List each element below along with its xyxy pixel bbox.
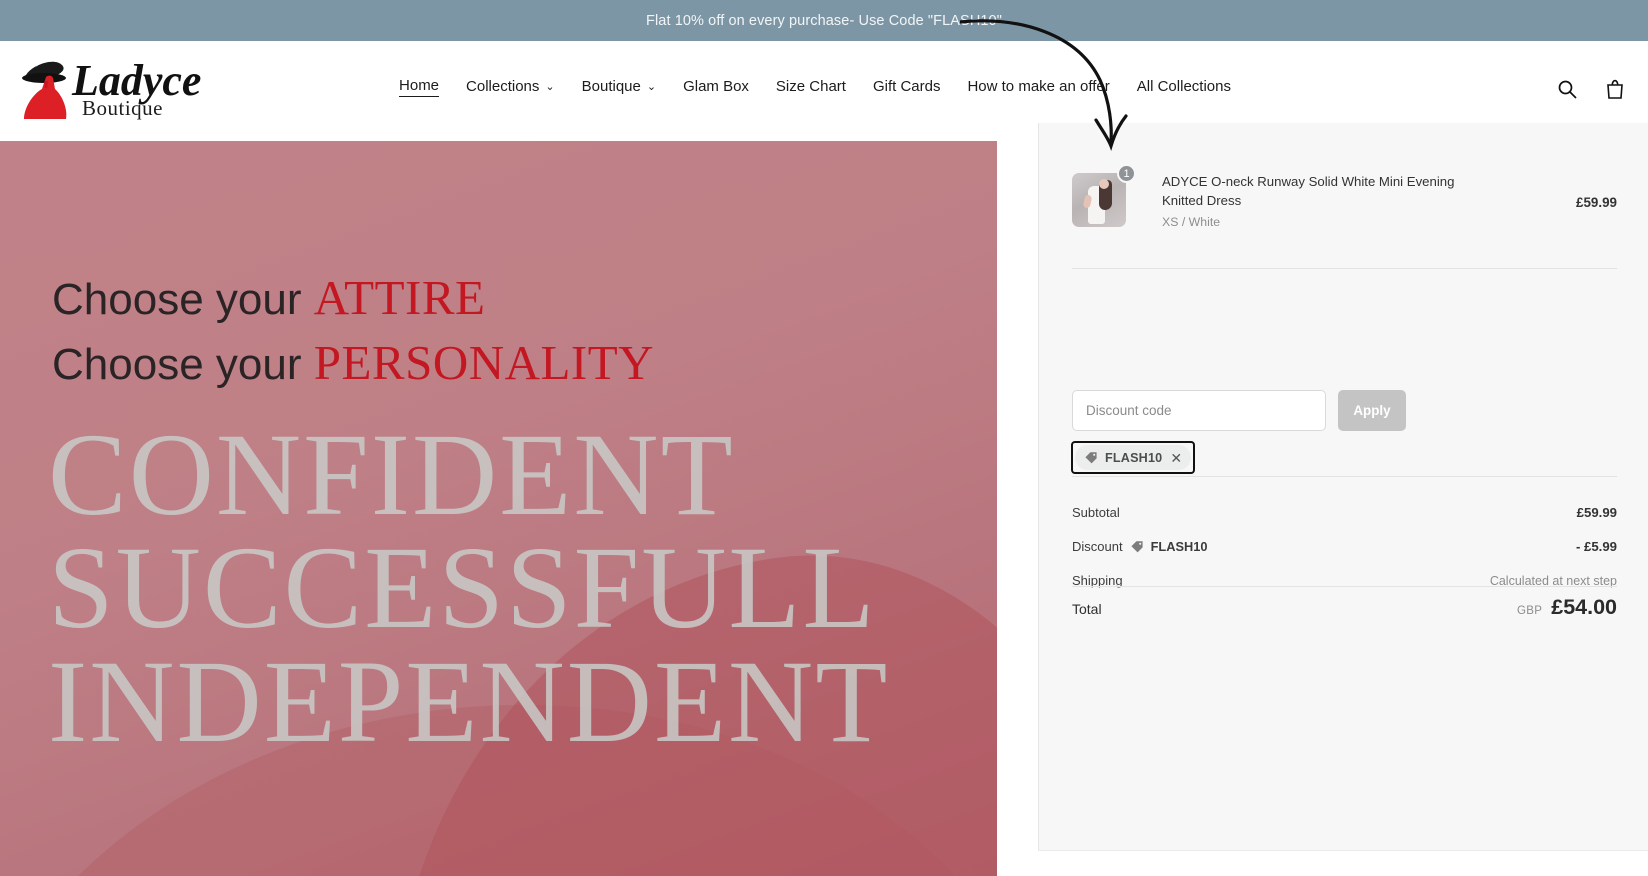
hero-banner: Choose your ATTIRE Choose your PERSONALI… bbox=[0, 141, 997, 876]
summary-row-subtotal: Subtotal £59.99 bbox=[1072, 501, 1617, 524]
total-currency: GBP bbox=[1517, 605, 1543, 617]
hero-big-word-1: CONFIDENT bbox=[48, 409, 735, 540]
search-icon[interactable] bbox=[1556, 78, 1578, 100]
hero-line-2: Choose your PERSONALITY bbox=[52, 331, 654, 396]
hero-line-1: Choose your ATTIRE bbox=[52, 266, 654, 331]
line-item-variant: XS / White bbox=[1162, 215, 1221, 230]
chevron-down-icon: ⌄ bbox=[646, 80, 657, 93]
nav-label: How to make an offer bbox=[967, 77, 1110, 95]
remove-discount-icon[interactable]: ✕ bbox=[1169, 451, 1182, 465]
nav-item-gift-cards[interactable]: Gift Cards bbox=[873, 78, 941, 97]
hero-headlines: Choose your ATTIRE Choose your PERSONALI… bbox=[52, 266, 654, 395]
nav-item-size-chart[interactable]: Size Chart bbox=[776, 78, 846, 97]
quantity-badge: 1 bbox=[1117, 164, 1136, 183]
page-root: Flat 10% off on every purchase- Use Code… bbox=[0, 0, 1648, 876]
nav-item-glam-box[interactable]: Glam Box bbox=[683, 78, 749, 97]
nav-item-collections[interactable]: Collections ⌄ bbox=[466, 78, 555, 97]
header-actions bbox=[1556, 78, 1626, 100]
line-item-thumbnail-wrap: 1 bbox=[1072, 164, 1136, 227]
hero-line-1-plain: Choose your bbox=[52, 275, 314, 324]
applied-discount-code: FLASH10 bbox=[1105, 450, 1163, 465]
discount-code-input[interactable] bbox=[1072, 390, 1326, 431]
summary-row-shipping: Shipping Calculated at next step bbox=[1072, 569, 1617, 592]
order-total: Total GBP £54.00 bbox=[1072, 595, 1617, 620]
line-item-price: £59.99 bbox=[1576, 195, 1617, 210]
discount-tag-icon bbox=[1084, 451, 1098, 465]
announcement-bar: Flat 10% off on every purchase- Use Code… bbox=[0, 0, 1648, 41]
chevron-down-icon: ⌄ bbox=[545, 80, 555, 93]
nav-label: Gift Cards bbox=[872, 77, 941, 95]
summary-value: £59.99 bbox=[1576, 505, 1617, 520]
summary-label: Discount bbox=[1072, 539, 1123, 554]
nav-item-how-to-make-an-offer[interactable]: How to make an offer bbox=[967, 78, 1109, 97]
divider-before-summary bbox=[1072, 476, 1617, 477]
summary-row-discount: Discount FLASH10 - £5.99 bbox=[1072, 535, 1617, 558]
line-item-details: ADYCE O-neck Runway Solid White Mini Eve… bbox=[1162, 173, 1472, 229]
apply-discount-button[interactable]: Apply bbox=[1338, 390, 1406, 431]
discount-form: Apply bbox=[1072, 390, 1406, 431]
cart-icon[interactable] bbox=[1604, 78, 1626, 100]
discount-tag-icon bbox=[1130, 540, 1144, 554]
nav-label: All Collections bbox=[1136, 77, 1231, 95]
nav-item-home[interactable]: Home bbox=[399, 77, 440, 97]
total-label: Total bbox=[1072, 601, 1102, 617]
hero-big-word-2: SUCCESSFULL bbox=[48, 522, 877, 654]
nav-item-boutique[interactable]: Boutique ⌄ bbox=[582, 78, 656, 97]
hero-big-word-3: INDEPENDENT bbox=[48, 635, 890, 767]
hero-big-words: CONFIDENT SUCCESSFULL INDEPENDENT bbox=[48, 409, 890, 767]
nav-item-all-collections[interactable]: All Collections bbox=[1137, 78, 1231, 97]
total-amount: £54.00 bbox=[1551, 595, 1617, 619]
applied-discount-chip[interactable]: FLASH10 ✕ bbox=[1075, 445, 1192, 470]
summary-label: Subtotal bbox=[1072, 505, 1120, 520]
nav-label: Collections bbox=[466, 77, 540, 95]
nav-label: Home bbox=[399, 77, 440, 94]
cart-drawer: 1 ADYCE O-neck Runway Solid White Mini E… bbox=[1038, 123, 1648, 851]
cart-line-item: 1 ADYCE O-neck Runway Solid White Mini E… bbox=[1072, 164, 1617, 229]
order-summary: Subtotal £59.99 Discount FLASH10 - £5.99… bbox=[1072, 501, 1617, 603]
site-logo[interactable]: Ladyce Boutique bbox=[14, 47, 209, 125]
summary-discount-code: FLASH10 bbox=[1150, 539, 1208, 554]
line-item-title: ADYCE O-neck Runway Solid White Mini Eve… bbox=[1162, 174, 1455, 208]
nav-label: Boutique bbox=[581, 77, 641, 95]
nav-label: Glam Box bbox=[683, 77, 749, 95]
hero-line-1-accent: ATTIRE bbox=[313, 270, 486, 325]
logo-subtext: Boutique bbox=[82, 96, 163, 120]
hero-line-2-accent: PERSONALITY bbox=[313, 334, 655, 390]
announcement-text: Flat 10% off on every purchase- Use Code… bbox=[646, 12, 1002, 29]
hero-line-2-plain: Choose your bbox=[52, 339, 314, 389]
divider-after-items bbox=[1072, 268, 1617, 269]
applied-discount-chip-focus-ring: FLASH10 ✕ bbox=[1071, 441, 1196, 474]
divider-before-total bbox=[1072, 586, 1617, 587]
product-thumbnail[interactable] bbox=[1072, 173, 1126, 227]
summary-value: - £5.99 bbox=[1575, 539, 1617, 554]
nav-label: Size Chart bbox=[775, 77, 846, 95]
